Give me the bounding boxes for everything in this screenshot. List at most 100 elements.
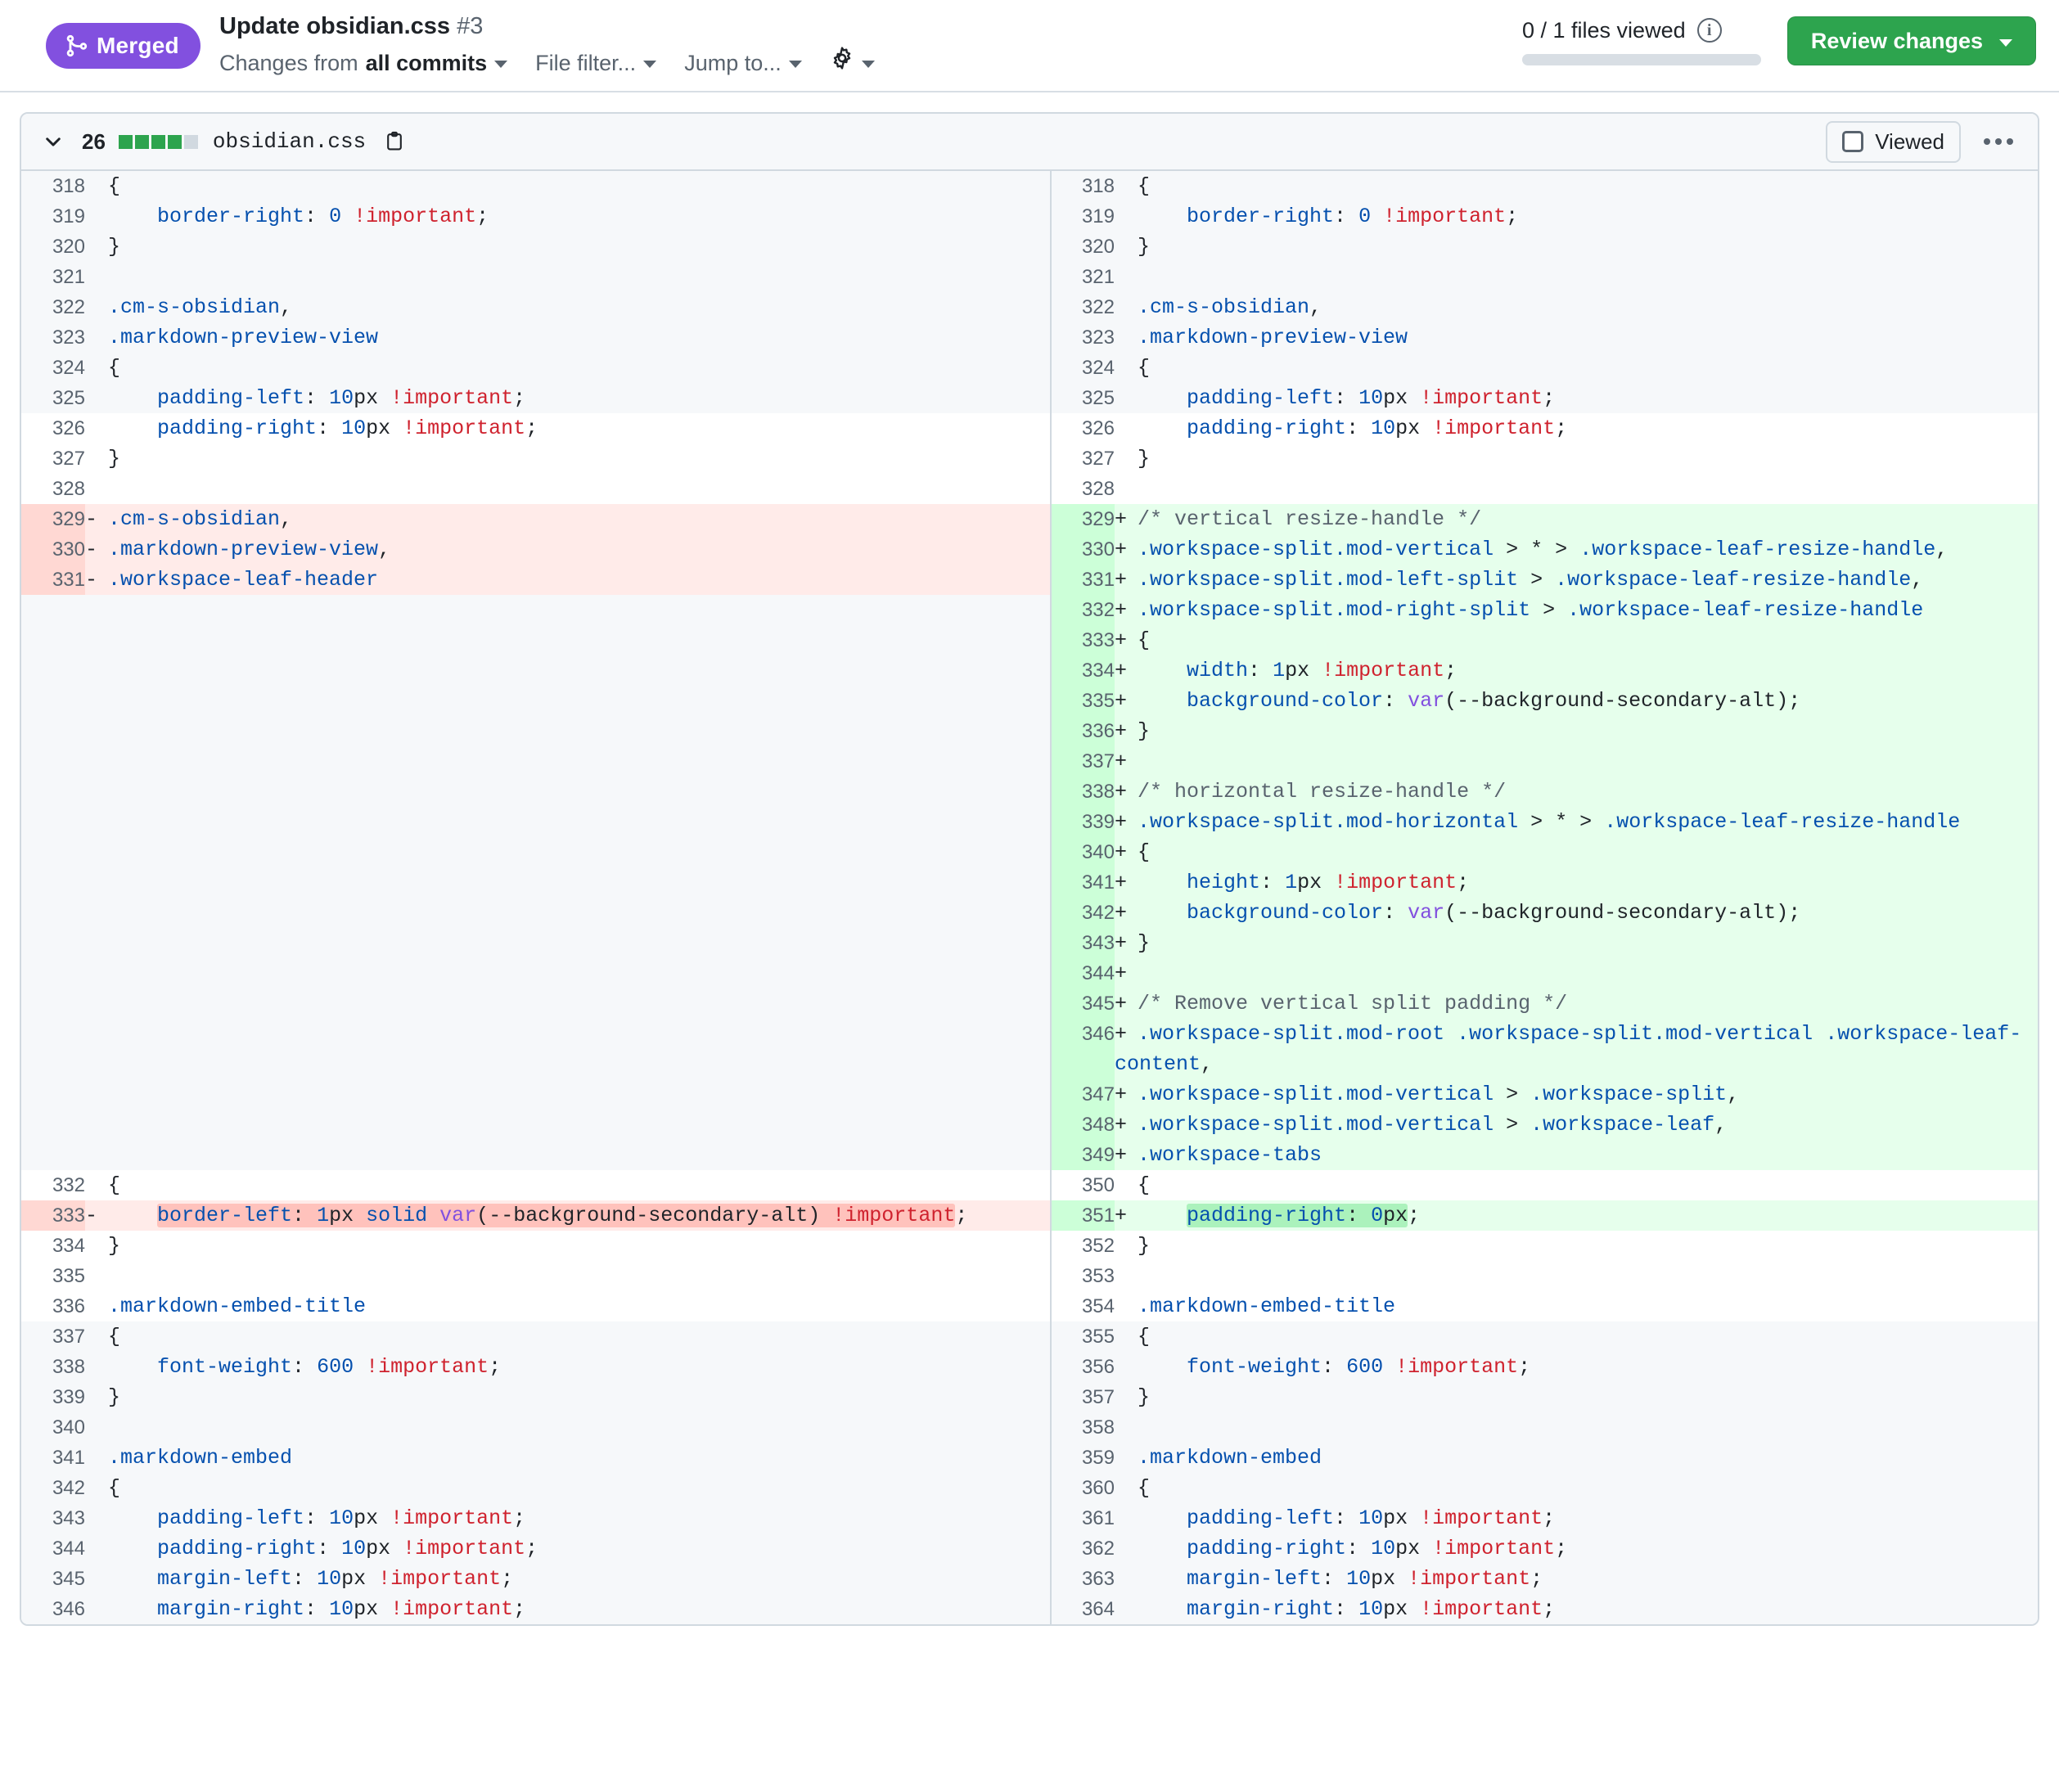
diff-line-number-right[interactable]: 359 (1050, 1443, 1115, 1473)
diff-line-number-right[interactable]: 355 (1050, 1321, 1115, 1352)
diff-line-number-right[interactable]: 330 (1050, 534, 1115, 565)
diff-line-number-right[interactable]: 324 (1050, 353, 1115, 383)
diff-line-number-right[interactable]: 349 (1050, 1140, 1115, 1170)
diff-code-right[interactable]: border-right: 0 !important; (1115, 201, 2038, 232)
diff-line-number-right[interactable]: 321 (1050, 262, 1115, 292)
diff-line-number-left[interactable]: 337 (21, 1321, 85, 1352)
diff-line-number-right[interactable]: 320 (1050, 232, 1115, 262)
diff-line-number-right[interactable]: 335 (1050, 686, 1115, 716)
diff-code-left[interactable]: { (85, 353, 1051, 383)
diff-line-number-right[interactable]: 336 (1050, 716, 1115, 746)
diff-code-right[interactable]: +} (1115, 928, 2038, 958)
diff-line-number-right[interactable]: 341 (1050, 867, 1115, 898)
diff-line-number-left[interactable] (21, 988, 85, 1019)
diff-line-number-left[interactable] (21, 746, 85, 777)
diff-code-right[interactable]: + .workspace-split.mod-root .workspace-sp… (1115, 1019, 2038, 1079)
diff-code-right[interactable]: padding-left: 10px !important; (1115, 1503, 2038, 1533)
diff-line-number-left[interactable] (21, 1140, 85, 1170)
diff-code-right[interactable]: { (1115, 353, 2038, 383)
copy-path-icon[interactable] (384, 131, 405, 152)
diff-line-number-right[interactable]: 344 (1050, 958, 1115, 988)
diff-line-number-right[interactable]: 347 (1050, 1079, 1115, 1110)
diff-code-left[interactable]: .markdown-embed-title (85, 1291, 1051, 1321)
diff-line-number-left[interactable]: 319 (21, 201, 85, 232)
viewed-checkbox[interactable] (1842, 131, 1864, 152)
diff-line-number-right[interactable]: 357 (1050, 1382, 1115, 1412)
diff-code-right[interactable] (1115, 262, 2038, 292)
diff-code-left[interactable] (85, 988, 1051, 1019)
diff-code-left[interactable]: font-weight: 600 !important; (85, 1352, 1051, 1382)
diff-code-left[interactable]: { (85, 1473, 1051, 1503)
diff-code-left[interactable] (85, 595, 1051, 625)
diff-code-left[interactable]: padding-right: 10px !important; (85, 1533, 1051, 1564)
diff-code-left[interactable]: border-right: 0 !important; (85, 201, 1051, 232)
diff-code-left[interactable] (85, 625, 1051, 655)
diff-line-number-left[interactable]: 342 (21, 1473, 85, 1503)
diff-line-number-left[interactable] (21, 1110, 85, 1140)
diff-code-right[interactable]: + width: 1px !important; (1115, 655, 2038, 686)
diff-code-left[interactable]: } (85, 1231, 1051, 1261)
diff-code-left[interactable] (85, 746, 1051, 777)
diff-code-left[interactable] (85, 777, 1051, 807)
diff-code-left[interactable] (85, 1110, 1051, 1140)
diff-code-left[interactable] (85, 807, 1051, 837)
diff-code-right[interactable]: padding-left: 10px !important; (1115, 383, 2038, 413)
diff-line-number-right[interactable]: 345 (1050, 988, 1115, 1019)
diff-line-number-left[interactable] (21, 958, 85, 988)
file-filter-dropdown[interactable]: File filter... (535, 47, 657, 79)
diff-line-number-left[interactable]: 331 (21, 565, 85, 595)
diff-code-left[interactable]: } (85, 232, 1051, 262)
diff-code-right[interactable]: + .workspace-split.mod-vertical > * > .wo… (1115, 534, 2038, 565)
diff-line-number-right[interactable]: 328 (1050, 474, 1115, 504)
diff-line-number-right[interactable]: 361 (1050, 1503, 1115, 1533)
diff-line-number-left[interactable] (21, 898, 85, 928)
diff-code-right[interactable]: { (1115, 1473, 2038, 1503)
diff-line-number-right[interactable]: 319 (1050, 201, 1115, 232)
diff-code-left[interactable]: .cm-s-obsidian, (85, 292, 1051, 322)
diff-line-number-left[interactable]: 329 (21, 504, 85, 534)
diff-code-left[interactable] (85, 837, 1051, 867)
diff-line-number-right[interactable]: 350 (1050, 1170, 1115, 1200)
diff-line-number-left[interactable]: 336 (21, 1291, 85, 1321)
diff-code-right[interactable] (1115, 1412, 2038, 1443)
diff-line-number-left[interactable]: 327 (21, 443, 85, 474)
diff-line-number-right[interactable]: 348 (1050, 1110, 1115, 1140)
diff-code-right[interactable]: + (1115, 746, 2038, 777)
diff-code-right[interactable]: +} (1115, 716, 2038, 746)
diff-code-right[interactable]: + .workspace-split.mod-left-split > .work… (1115, 565, 2038, 595)
diff-line-number-left[interactable] (21, 655, 85, 686)
diff-line-number-left[interactable] (21, 928, 85, 958)
diff-line-number-right[interactable]: 339 (1050, 807, 1115, 837)
diff-code-left[interactable]: { (85, 171, 1051, 201)
diff-line-number-right[interactable]: 332 (1050, 595, 1115, 625)
diff-code-right[interactable]: } (1115, 232, 2038, 262)
diff-code-right[interactable] (1115, 474, 2038, 504)
diff-line-number-left[interactable]: 346 (21, 1594, 85, 1624)
diff-line-number-right[interactable]: 353 (1050, 1261, 1115, 1291)
diff-code-left[interactable]: } (85, 443, 1051, 474)
diff-line-number-left[interactable]: 334 (21, 1231, 85, 1261)
diff-code-left[interactable] (85, 1140, 1051, 1170)
diff-code-left[interactable] (85, 1261, 1051, 1291)
diff-line-number-right[interactable]: 342 (1050, 898, 1115, 928)
diff-code-left[interactable] (85, 474, 1051, 504)
diff-line-number-right[interactable]: 326 (1050, 413, 1115, 443)
diff-code-right[interactable]: padding-right: 10px !important; (1115, 1533, 2038, 1564)
diff-line-number-left[interactable]: 321 (21, 262, 85, 292)
diff-code-left[interactable] (85, 262, 1051, 292)
diff-code-left[interactable] (85, 716, 1051, 746)
diff-line-number-left[interactable]: 333 (21, 1200, 85, 1231)
diff-code-right[interactable]: { (1115, 1321, 2038, 1352)
diff-code-right[interactable]: + padding-right: 0px; (1115, 1200, 2038, 1231)
diff-code-right[interactable]: font-weight: 600 !important; (1115, 1352, 2038, 1382)
diff-line-number-left[interactable] (21, 1019, 85, 1079)
diff-code-left[interactable]: .markdown-preview-view (85, 322, 1051, 353)
diff-line-number-right[interactable]: 363 (1050, 1564, 1115, 1594)
diff-code-right[interactable]: .markdown-preview-view (1115, 322, 2038, 353)
diff-code-left[interactable]: margin-left: 10px !important; (85, 1564, 1051, 1594)
diff-line-number-right[interactable]: 351 (1050, 1200, 1115, 1231)
diff-code-right[interactable]: .cm-s-obsidian, (1115, 292, 2038, 322)
diff-line-number-left[interactable] (21, 1079, 85, 1110)
diff-code-right[interactable]: } (1115, 1382, 2038, 1412)
diff-line-number-left[interactable]: 340 (21, 1412, 85, 1443)
